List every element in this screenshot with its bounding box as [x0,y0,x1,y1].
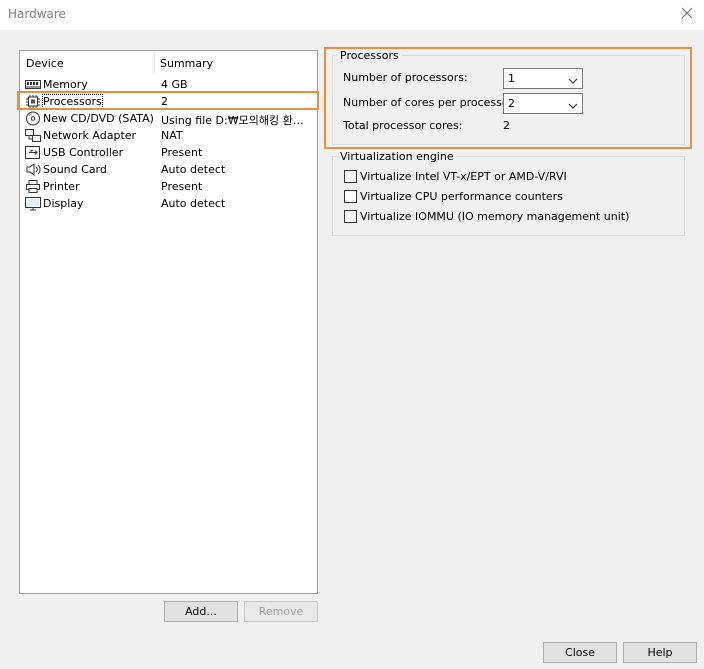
remove-button[interactable]: Remove [244,601,318,622]
device-row-printer[interactable]: Printer Present [22,178,316,195]
virtualize-vtx-label: Virtualize Intel VT-x/EPT or AMD-V/RVI [360,170,567,183]
device-summary: NAT [161,129,183,142]
device-row-cd-dvd[interactable]: New CD/DVD (SATA) Using file D:₩모의해킹 환경.… [22,110,316,127]
device-summary: Auto detect [161,197,226,210]
cores-per-processor-select[interactable]: 2 [503,93,583,114]
device-summary: Auto detect [161,163,226,176]
device-list[interactable]: Device Summary Memory 4 GB Processors 2 … [19,50,318,594]
device-row-usb-controller[interactable]: USB Controller Present [22,144,316,161]
virtualization-group-label: Virtualization engine [338,150,456,163]
num-processors-label: Number of processors: [343,71,468,84]
device-summary: Present [161,146,203,159]
virtualize-iommu-checkbox[interactable] [344,210,357,223]
printer-icon [25,179,41,194]
speaker-icon [25,162,41,177]
cd-dvd-icon [25,111,41,126]
device-name: Network Adapter [43,129,137,142]
virtualize-perf-counters-checkbox[interactable] [344,190,357,203]
device-summary: Present [161,180,203,193]
device-name: New CD/DVD (SATA) [43,112,154,125]
device-row-display[interactable]: Display Auto detect [22,195,316,212]
chevron-down-icon [568,75,578,84]
add-button[interactable]: Add... [164,601,238,622]
device-name: Sound Card [43,163,107,176]
memory-icon [25,77,41,92]
device-list-header: Device Summary [20,51,317,75]
device-name: Display [43,197,84,210]
num-processors-value: 1 [508,72,515,85]
usb-icon [25,145,41,160]
close-button[interactable]: Close [543,642,617,663]
virtualize-vtx-checkbox[interactable] [344,170,357,183]
window-title: Hardware [8,7,66,21]
virtualize-iommu-label: Virtualize IOMMU (IO memory management u… [360,210,630,223]
device-name: Processors [42,94,103,109]
column-separator[interactable] [154,53,155,73]
column-header-device[interactable]: Device [26,57,64,70]
help-button[interactable]: Help [623,642,697,663]
virtualize-perf-counters-label: Virtualize CPU performance counters [360,190,563,203]
device-name: Printer [43,180,80,193]
monitor-icon [25,196,41,211]
device-row-memory[interactable]: Memory 4 GB [22,76,316,93]
device-summary: 4 GB [161,78,188,91]
device-name: Memory [43,78,88,91]
network-adapter-icon [25,128,41,143]
total-cores-label: Total processor cores: [343,119,463,132]
device-summary: Using file D:₩모의해킹 환경... [161,114,313,127]
device-row-processors[interactable]: Processors 2 [22,93,316,110]
num-processors-select[interactable]: 1 [503,68,583,89]
title-bar: Hardware [0,0,704,30]
device-summary: 2 [161,95,168,108]
column-header-summary[interactable]: Summary [160,57,213,70]
cores-per-processor-label: Number of cores per processor: [343,96,517,109]
close-icon[interactable] [678,4,696,22]
device-row-network-adapter[interactable]: Network Adapter NAT [22,127,316,144]
chevron-down-icon [568,100,578,109]
cores-per-processor-value: 2 [508,97,515,110]
device-row-sound-card[interactable]: Sound Card Auto detect [22,161,316,178]
processors-group-label: Processors [338,49,401,62]
total-cores-value: 2 [503,119,510,132]
processor-icon [25,94,41,109]
device-name: USB Controller [43,146,124,159]
